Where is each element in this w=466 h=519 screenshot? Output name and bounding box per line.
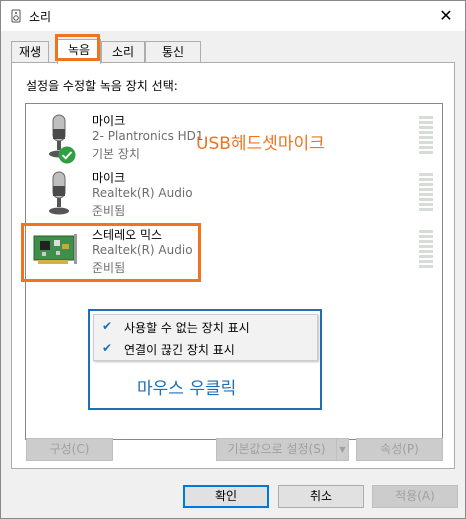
window-title: 소리 (29, 10, 52, 24)
device-name: 마이크 (92, 171, 126, 185)
annotation-right-click: 마우스 우클릭 (137, 379, 237, 399)
checkmark-icon: ✔ (102, 319, 113, 333)
speaker-icon (11, 9, 21, 23)
device-status: 기본 장치 (92, 147, 140, 161)
level-meter (419, 116, 433, 156)
chevron-down-icon[interactable]: ▼ (336, 439, 348, 460)
tab-communications[interactable]: 통신 (145, 41, 201, 63)
checkmark-icon: ✔ (102, 341, 113, 355)
level-meter (419, 230, 433, 270)
menu-item-label: 사용할 수 없는 장치 표시 (124, 321, 250, 335)
menu-item-label: 연결이 끊긴 장치 표시 (124, 343, 235, 357)
cancel-button[interactable]: 취소 (278, 485, 364, 508)
set-default-label: 기본값으로 설정(S) (227, 442, 326, 456)
sound-dialog: 소리 ✕ 재생 녹음 소리 통신 설정을 수정할 녹음 장치 선택: 마이크 2… (0, 0, 466, 519)
context-menu: ✔ 사용할 수 없는 장치 표시 ✔ 연결이 끊긴 장치 표시 (93, 314, 318, 361)
menu-item-show-disabled[interactable]: ✔ 사용할 수 없는 장치 표시 (94, 316, 317, 338)
ok-button[interactable]: 확인 (183, 485, 269, 508)
level-meter (419, 173, 433, 213)
default-check-icon (58, 146, 76, 164)
configure-button[interactable]: 구성(C) (26, 438, 113, 461)
apply-button[interactable]: 적용(A) (372, 485, 458, 508)
microphone-icon (49, 171, 69, 215)
close-button[interactable]: ✕ (435, 5, 457, 27)
annotation-usb-headset: USB헤드셋마이크 (196, 134, 325, 154)
device-driver: 2- Plantronics HD1 (92, 129, 204, 143)
tab-sounds[interactable]: 소리 (101, 41, 145, 63)
instruction-text: 설정을 수정할 녹음 장치 선택: (26, 79, 178, 93)
menu-item-show-disconnected[interactable]: ✔ 연결이 끊긴 장치 표시 (94, 338, 317, 360)
properties-button[interactable]: 속성(P) (356, 438, 443, 461)
device-name: 마이크 (92, 114, 126, 128)
stereo-mix-highlight-box (21, 223, 201, 282)
device-status: 준비됨 (92, 204, 126, 218)
tab-highlight-box (55, 34, 100, 61)
title-bar: 소리 ✕ (1, 1, 465, 31)
device-item-microphone[interactable]: 마이크 Realtek(R) Audio 준비됨 (26, 165, 442, 222)
device-driver: Realtek(R) Audio (92, 186, 193, 200)
tab-playback[interactable]: 재생 (11, 41, 49, 63)
set-default-button[interactable]: 기본값으로 설정(S) ▼ (216, 438, 349, 461)
